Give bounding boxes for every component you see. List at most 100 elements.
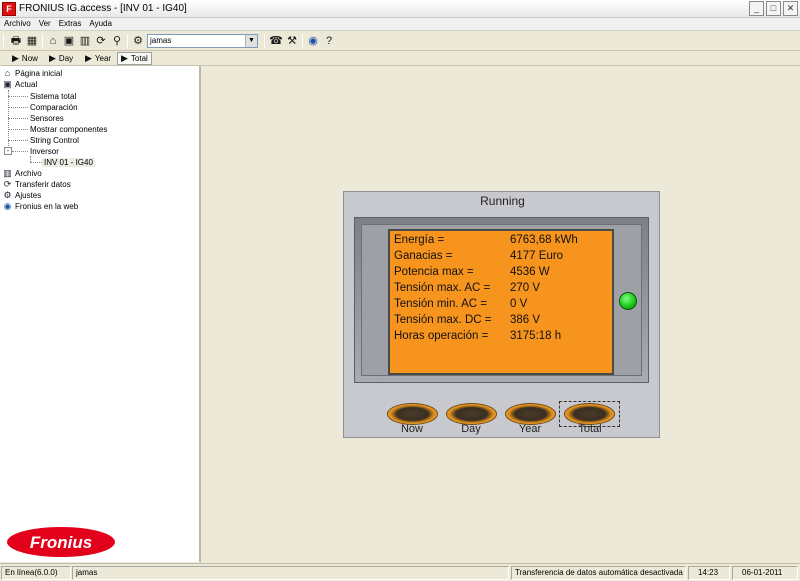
tree-connector	[8, 140, 28, 141]
tree-connector	[30, 162, 42, 163]
toolbar-separator	[302, 34, 303, 48]
tree-item-string-control[interactable]: String Control	[30, 135, 79, 146]
status-date: 06-01-2011	[732, 566, 798, 580]
reading-label: Tensión min. AC =	[394, 298, 488, 310]
tree-collapse-toggle[interactable]: -	[4, 147, 12, 155]
window-controls: _ □ ✕	[749, 1, 798, 16]
reading-label: Tensión max. AC =	[394, 282, 491, 294]
view-toolbar: ▶ Now ▶ Day ▶ Year ▶ Total	[0, 51, 800, 66]
tool-icon[interactable]: ⚒	[285, 34, 299, 48]
inverter-screen: Energía = 6763,68 kWh Ganacias = 4177 Eu…	[388, 229, 614, 375]
tree-item-pagina-inicial[interactable]: ⌂ Página inicial	[2, 68, 62, 79]
device-day-button[interactable]	[446, 403, 497, 425]
play-icon: ▶	[85, 53, 92, 63]
device-year-button[interactable]	[505, 403, 556, 425]
device-now-button[interactable]	[387, 403, 438, 425]
view-year-button[interactable]: ▶ Year	[82, 52, 114, 65]
tree-connector	[8, 107, 28, 108]
tree-item-comparacion[interactable]: Comparación	[30, 102, 78, 113]
transfer-icon: ⟳	[3, 179, 12, 189]
tree-connector	[12, 151, 28, 152]
play-icon: ▶	[49, 53, 56, 63]
reading-value: 6763,68 kWh	[510, 234, 578, 246]
device-day-label: Day	[461, 423, 481, 435]
tree-item-inversor[interactable]: Inversor	[30, 146, 59, 157]
reading-value: 386 V	[510, 314, 541, 326]
tree-item-sensores[interactable]: Sensores	[30, 113, 64, 124]
status-led-icon	[619, 292, 637, 310]
status-time: 14:23	[688, 566, 730, 580]
tree-item-sistema-total[interactable]: Sistema total	[30, 91, 76, 102]
tree-connector	[8, 96, 28, 97]
search-icon[interactable]: ⚲	[110, 34, 124, 48]
bar-chart-icon: ▥	[3, 168, 12, 178]
transfer-icon[interactable]: ⟳	[94, 34, 108, 48]
view-year-label: Year	[94, 54, 112, 63]
menu-ver[interactable]: Ver	[35, 18, 55, 30]
status-plant: jamas	[72, 566, 509, 580]
maximize-button[interactable]: □	[766, 1, 781, 16]
toolbar-separator	[42, 34, 43, 48]
reading-label: Energía =	[394, 234, 445, 246]
tree-item-fronius-en-la-web[interactable]: ◉ Fronius en la web	[2, 201, 79, 212]
reading-value: 3175:18 h	[510, 330, 562, 342]
status-bar: En línea(6.0.0) jamas Transferencia de d…	[0, 563, 800, 581]
menu-bar: Archivo Ver Extras Ayuda	[0, 18, 800, 31]
tree-connector	[8, 118, 28, 119]
play-icon: ▶	[12, 53, 19, 63]
view-total-label: Total	[130, 54, 148, 63]
home-icon: ⌂	[4, 68, 11, 78]
print-icon[interactable]: 🖶	[9, 34, 23, 48]
globe-icon[interactable]: ◉	[306, 34, 320, 48]
display-icon: ▣	[3, 79, 12, 89]
view-day-button[interactable]: ▶ Day	[46, 52, 76, 65]
reading-label: Horas operación =	[394, 330, 489, 342]
tree-item-archivo[interactable]: ▥ Archivo	[2, 168, 41, 179]
phone-icon[interactable]: ☎	[269, 34, 283, 48]
bar-chart-icon[interactable]: ▥	[78, 34, 92, 48]
tree-item-mostrar-componentes[interactable]: Mostrar componentes	[30, 124, 107, 135]
toolbar-separator	[127, 34, 128, 48]
device-now-label: Now	[400, 423, 423, 435]
reading-label: Ganacias =	[394, 250, 453, 262]
menu-extras[interactable]: Extras	[55, 18, 86, 30]
reading-value: 4177 Euro	[510, 250, 564, 262]
export-icon[interactable]: ▦	[25, 34, 39, 48]
title-bar: F FRONIUS IG.access - [INV 01 - IG40] _ …	[0, 0, 800, 18]
tree-item-inv-01-ig40[interactable]: INV 01 - IG40	[42, 157, 95, 168]
display-icon[interactable]: ▣	[62, 34, 76, 48]
chevron-down-icon[interactable]: ▼	[245, 35, 257, 47]
menu-archivo[interactable]: Archivo	[0, 18, 35, 30]
help-icon[interactable]: ?	[322, 34, 336, 48]
view-day-label: Day	[58, 54, 74, 63]
tree-item-transferir-datos[interactable]: ⟳ Transferir datos	[2, 179, 71, 190]
reading-value: 270 V	[510, 282, 541, 294]
reading-label: Tensión max. DC =	[394, 314, 492, 326]
settings-icon[interactable]: ⚙	[131, 34, 145, 48]
close-button[interactable]: ✕	[783, 1, 798, 16]
window-title: FRONIUS IG.access - [INV 01 - IG40]	[19, 3, 187, 14]
plant-select-value: jamas	[150, 36, 172, 45]
reading-value: 0 V	[510, 298, 528, 310]
play-icon: ▶	[121, 53, 128, 63]
fronius-app-icon[interactable]: F	[2, 2, 16, 16]
plant-select[interactable]: jamas ▼	[147, 34, 258, 48]
tree-item-ajustes[interactable]: ⚙ Ajustes	[2, 190, 41, 201]
tree-connector	[8, 129, 28, 130]
logo-text: Fronius	[30, 533, 92, 552]
home-icon[interactable]: ⌂	[46, 34, 60, 48]
toolbar-separator	[264, 34, 265, 48]
inverter-status: Running	[480, 194, 525, 208]
toolbar-separator	[3, 34, 4, 48]
view-total-button[interactable]: ▶ Total	[117, 52, 152, 65]
view-now-button[interactable]: ▶ Now	[9, 52, 41, 65]
menu-ayuda[interactable]: Ayuda	[85, 18, 116, 30]
fronius-logo: Fronius	[7, 527, 115, 557]
reading-label: Potencia max =	[394, 266, 474, 278]
status-transfer: Transferencia de datos automática desact…	[511, 566, 686, 580]
minimize-button[interactable]: _	[749, 1, 764, 16]
globe-icon: ◉	[3, 201, 12, 211]
tree-item-actual[interactable]: ▣ Actual	[2, 79, 37, 90]
tree-connector	[8, 90, 9, 150]
device-total-button[interactable]	[564, 403, 615, 425]
